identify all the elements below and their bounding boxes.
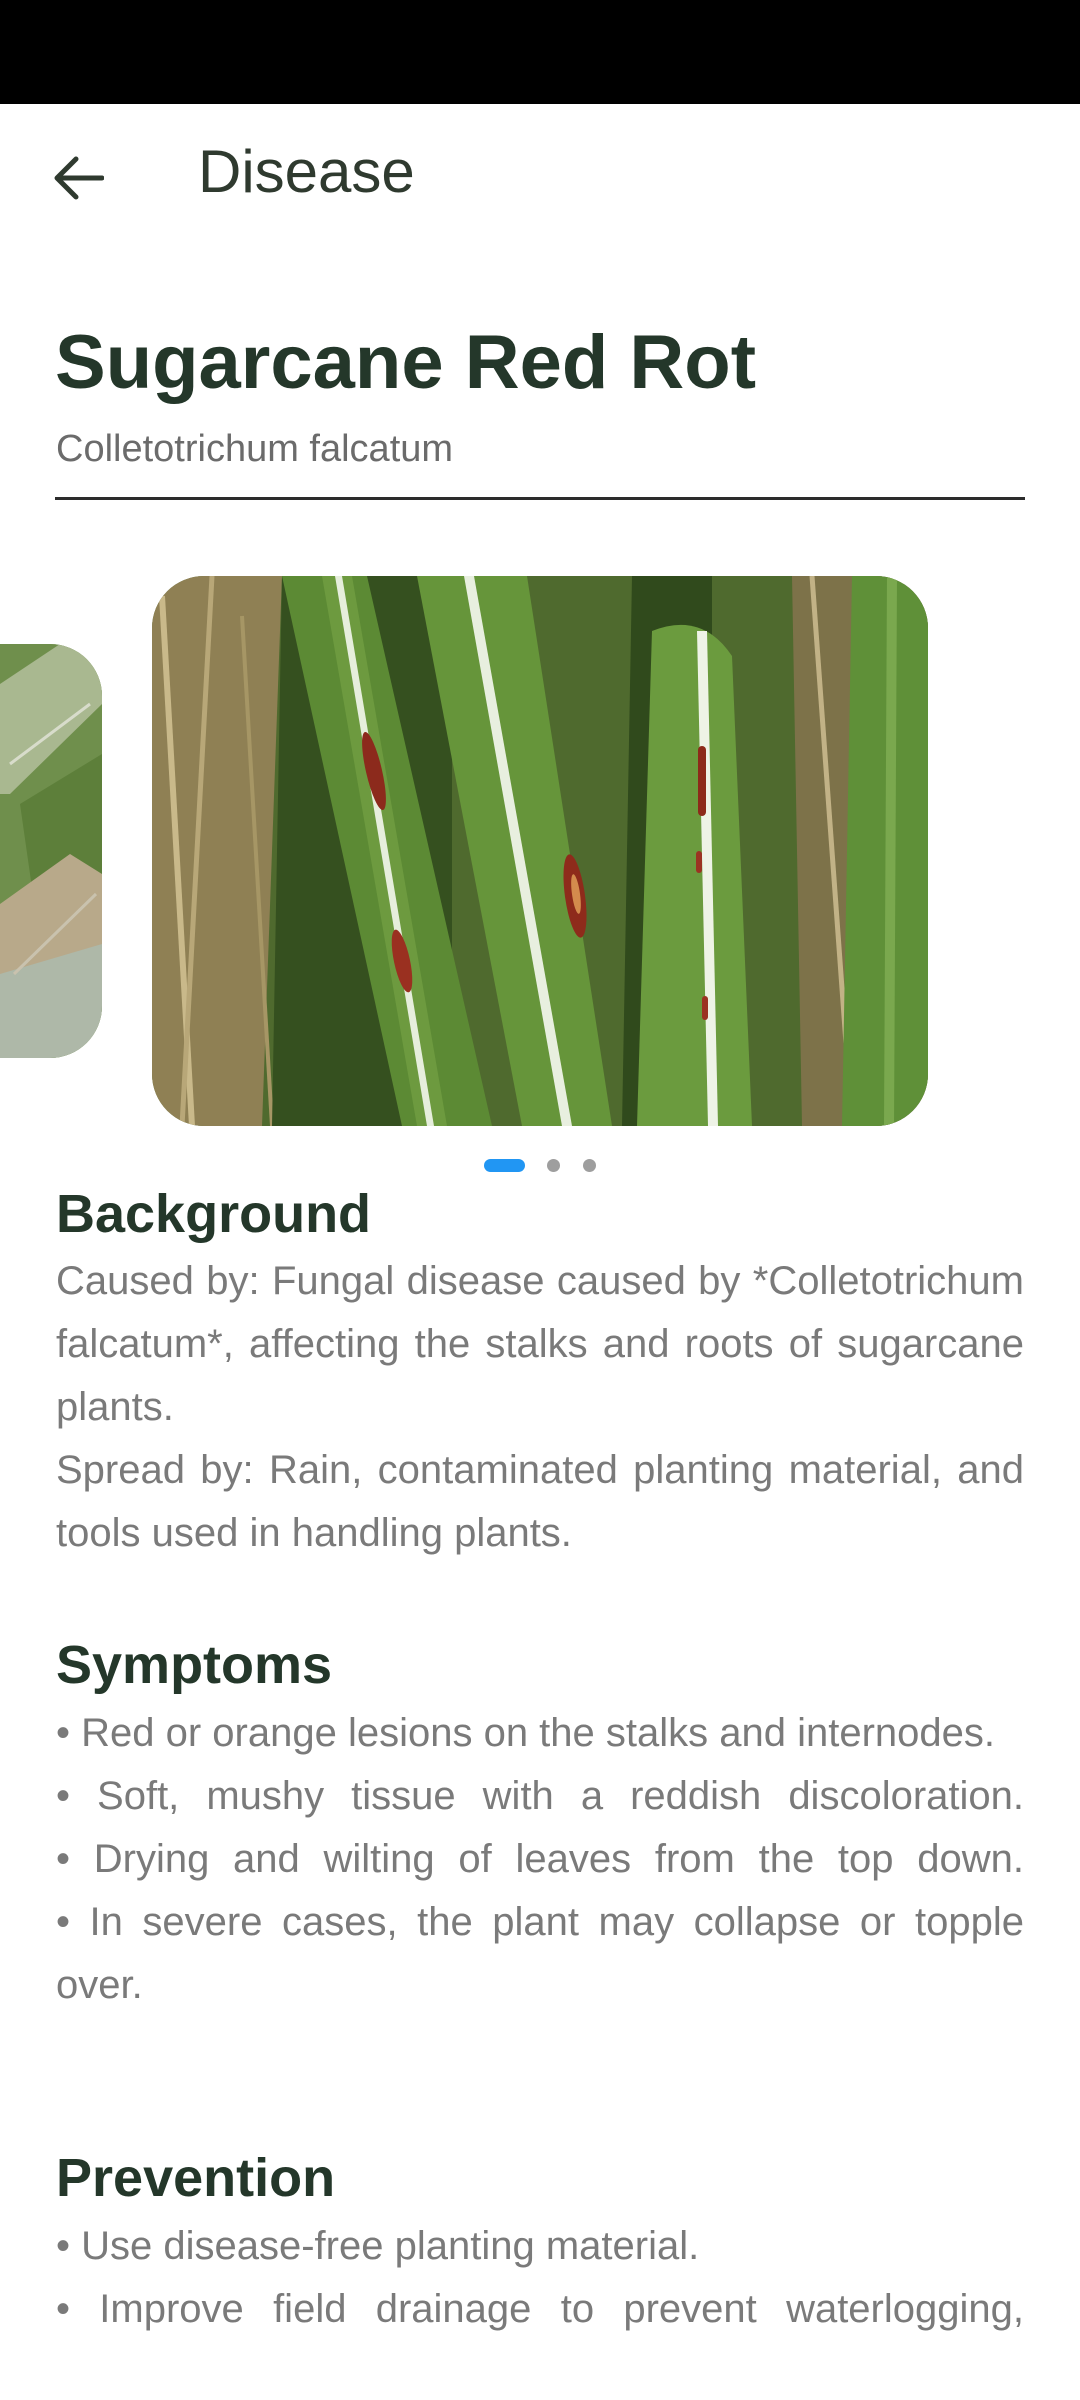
title-divider bbox=[55, 497, 1025, 500]
page-dot[interactable] bbox=[583, 1159, 596, 1172]
page-dot[interactable] bbox=[547, 1159, 560, 1172]
carousel-current-image[interactable] bbox=[152, 576, 928, 1126]
back-button[interactable] bbox=[40, 140, 116, 216]
symptom-item: • Red or orange lesions on the stalks an… bbox=[56, 1711, 996, 1755]
page-dot-active[interactable] bbox=[484, 1159, 525, 1172]
symptoms-text: • Red or orange lesions on the stalks an… bbox=[56, 1702, 1024, 2017]
carousel-previous-image[interactable] bbox=[0, 644, 102, 1058]
sugarcane-leaves-with-red-rot-lesions bbox=[152, 576, 928, 1126]
status-bar bbox=[0, 0, 1080, 104]
prevention-text: • Use disease-free planting material. • … bbox=[56, 2215, 1024, 2341]
background-line: Spread by: Rain, contaminated planting m… bbox=[56, 1448, 1024, 1555]
disease-title: Sugarcane Red Rot bbox=[55, 320, 757, 405]
carousel-page-indicator bbox=[0, 1155, 1080, 1175]
prevention-item: • Use disease-free planting material. bbox=[56, 2224, 700, 2268]
symptom-item: • In severe cases, the plant may collaps… bbox=[56, 1900, 1024, 2007]
section-heading-symptoms: Symptoms bbox=[56, 1635, 333, 1695]
app-bar: Disease bbox=[0, 104, 1080, 254]
arrow-left-icon bbox=[54, 156, 104, 200]
prevention-item: • Improve field drainage to prevent wate… bbox=[56, 2287, 1024, 2331]
section-heading-prevention: Prevention bbox=[56, 2148, 336, 2208]
image-carousel[interactable] bbox=[0, 576, 1080, 1126]
sugarcane-leaf-close-up bbox=[0, 644, 102, 1058]
app-bar-title: Disease bbox=[198, 138, 415, 205]
background-text: Caused by: Fungal disease caused by *Col… bbox=[56, 1250, 1024, 1565]
section-heading-background: Background bbox=[56, 1184, 372, 1244]
symptom-item: • Soft, mushy tissue with a reddish disc… bbox=[56, 1774, 1024, 1818]
symptom-item: • Drying and wilting of leaves from the … bbox=[56, 1837, 1024, 1881]
disease-scientific-name: Colletotrichum falcatum bbox=[56, 428, 454, 470]
background-line: Caused by: Fungal disease caused by *Col… bbox=[56, 1259, 1024, 1429]
